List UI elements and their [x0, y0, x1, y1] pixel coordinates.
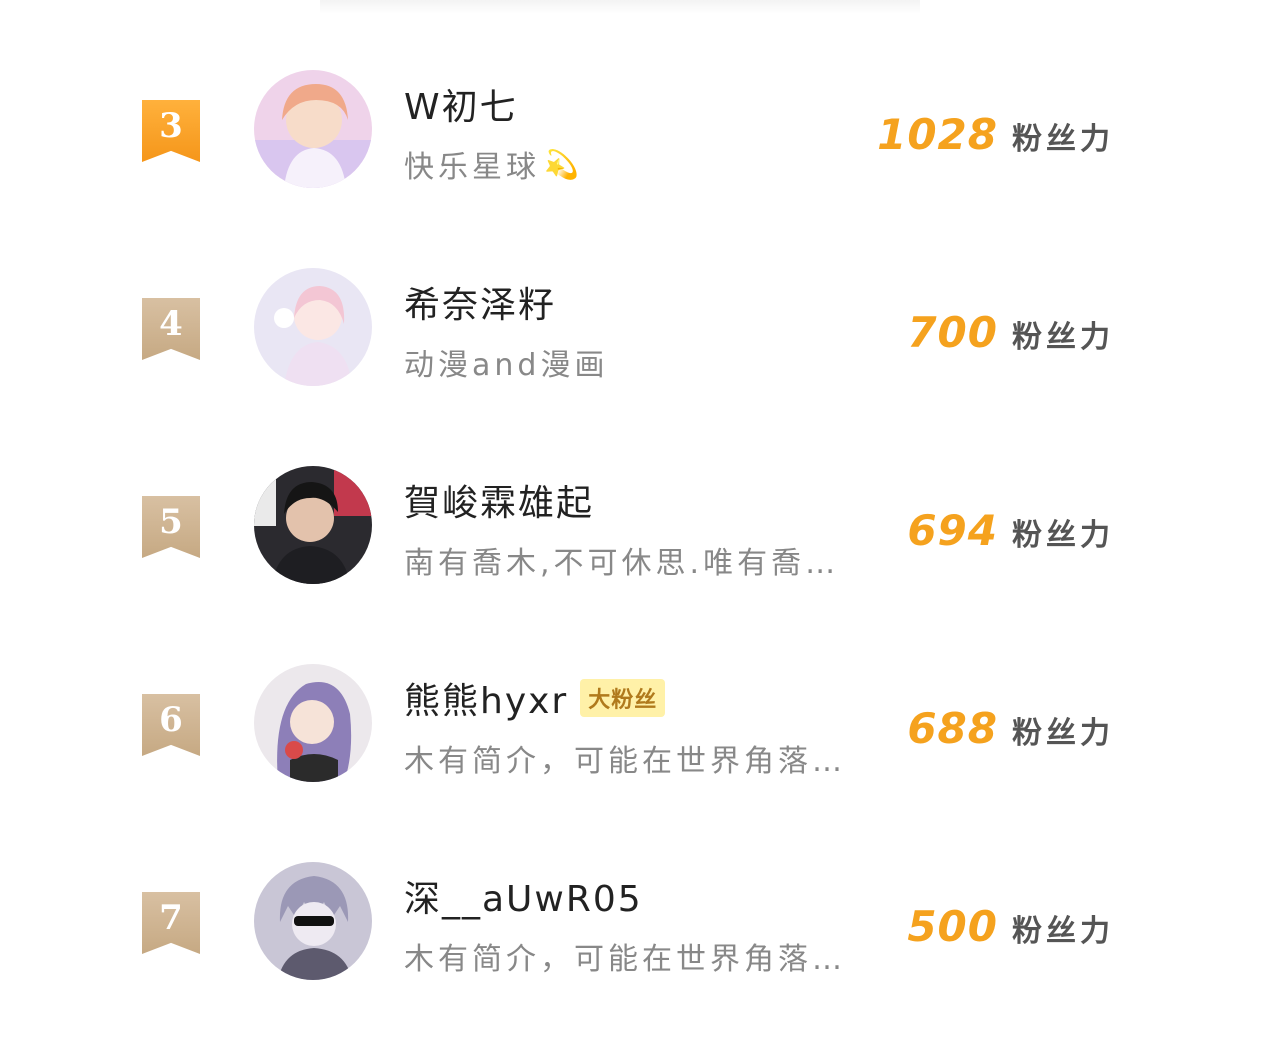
- list-item[interactable]: 5 賀峻霖雄起 南有喬木,不可休思.唯有喬… 694 粉丝力: [0, 466, 1280, 664]
- avatar[interactable]: [254, 466, 372, 584]
- fan-power-score: 700 粉丝力: [907, 308, 1114, 357]
- rank-ribbon: 3: [142, 100, 200, 162]
- avatar[interactable]: [254, 70, 372, 188]
- rank-ribbon: 5: [142, 496, 200, 558]
- rank-ribbon: 6: [142, 694, 200, 756]
- user-name[interactable]: 希奈泽籽: [404, 276, 556, 328]
- user-bio: 南有喬木,不可休思.唯有喬…: [404, 546, 840, 581]
- score-value: 700: [907, 308, 998, 357]
- score-unit: 粉丝力: [1012, 914, 1114, 949]
- score-unit: 粉丝力: [1012, 122, 1114, 157]
- list-item[interactable]: 4 希奈泽籽 动漫and漫画 700 粉丝力: [0, 268, 1280, 466]
- fan-badge: 大粉丝: [580, 679, 666, 717]
- score-value: 500: [907, 902, 998, 951]
- score-value: 1028: [877, 110, 998, 159]
- fan-power-score: 694 粉丝力: [907, 506, 1114, 555]
- list-item[interactable]: 7 深__aUwR05 木有简介，可能在世界角落… 500 粉丝力: [0, 862, 1280, 1060]
- user-name[interactable]: 深__aUwR05: [404, 870, 643, 922]
- list-item[interactable]: 3 W初七 快乐星球 💫 1028 粉丝力: [0, 70, 1280, 268]
- user-bio: 木有简介，可能在世界角落…: [404, 942, 846, 977]
- score-unit: 粉丝力: [1012, 320, 1114, 355]
- score-unit: 粉丝力: [1012, 518, 1114, 553]
- score-unit: 粉丝力: [1012, 716, 1114, 751]
- rank-ribbon: 7: [142, 892, 200, 954]
- user-name[interactable]: 熊熊hyxr 大粉丝: [404, 672, 666, 724]
- avatar[interactable]: [254, 268, 372, 386]
- user-name[interactable]: 賀峻霖雄起: [404, 474, 594, 526]
- shooting-star-icon: 💫: [544, 147, 583, 181]
- user-bio: 木有简介，可能在世界角落…: [404, 744, 846, 779]
- user-bio: 快乐星球 💫: [404, 147, 583, 186]
- avatar[interactable]: [254, 664, 372, 782]
- fan-power-score: 1028 粉丝力: [877, 110, 1114, 159]
- user-bio: 动漫and漫画: [404, 348, 609, 383]
- rank-ribbon: 4: [142, 298, 200, 360]
- user-name[interactable]: W初七: [404, 78, 518, 130]
- avatar[interactable]: [254, 862, 372, 980]
- list-item[interactable]: 6 熊熊hyxr 大粉丝 木有简介，可能在世界角落… 688 粉丝力: [0, 664, 1280, 862]
- fan-power-score: 500 粉丝力: [907, 902, 1114, 951]
- fan-ranking-list: 3 W初七 快乐星球 💫 1028 粉丝力 4 希奈泽籽 动漫and漫画 700…: [0, 0, 1280, 1000]
- score-value: 694: [907, 506, 998, 555]
- fan-power-score: 688 粉丝力: [907, 704, 1114, 753]
- score-value: 688: [907, 704, 998, 753]
